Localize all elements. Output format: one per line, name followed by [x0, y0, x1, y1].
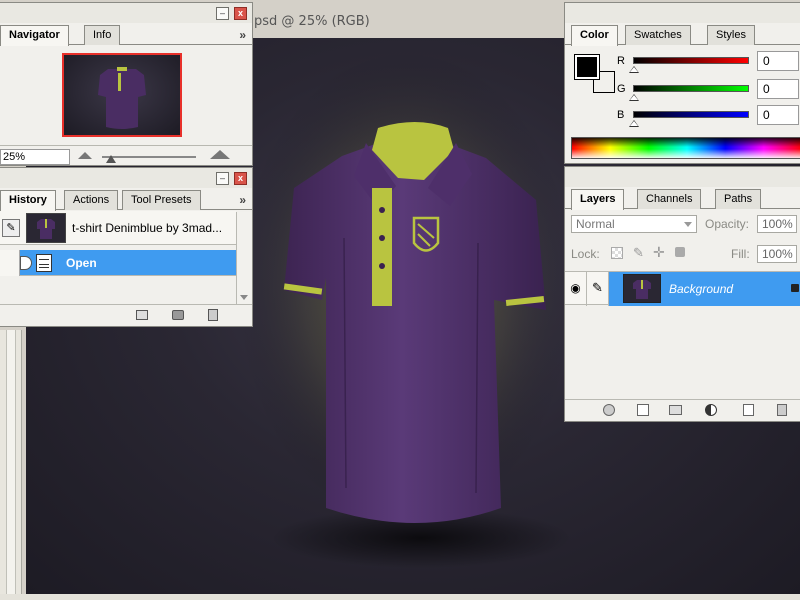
blend-mode-value: Normal — [576, 217, 615, 231]
zoom-in-icon[interactable] — [210, 150, 230, 159]
thumb-shirt-icon — [37, 219, 55, 239]
fill-field[interactable]: 100% — [757, 245, 797, 263]
blue-slider-handle[interactable] — [629, 120, 639, 127]
tab-actions[interactable]: Actions — [64, 190, 119, 210]
opacity-label: Opacity: — [705, 217, 750, 231]
navigator-preview[interactable] — [62, 53, 182, 137]
palette-titlebar[interactable] — [565, 167, 800, 187]
zoom-out-icon[interactable] — [78, 152, 92, 159]
navigator-tabs: Navigator Info — [0, 25, 252, 46]
layer-shirt-icon — [633, 280, 651, 299]
tab-info[interactable]: Info — [84, 25, 121, 45]
document-scrollbar[interactable] — [0, 330, 22, 600]
opacity-field[interactable]: 100% — [757, 215, 797, 233]
snapshot-thumbnail — [26, 213, 66, 243]
preview-shirt-icon — [98, 67, 146, 129]
red-slider-handle[interactable] — [629, 66, 639, 73]
history-state-open[interactable]: Open — [0, 250, 236, 276]
new-adjustment-layer-icon[interactable] — [705, 404, 717, 416]
history-palette: – x History Actions Tool Presets » ✎ t-s… — [0, 167, 253, 327]
navigator-palette: – x Navigator Info » 25% — [0, 2, 253, 166]
layers-tabs: Layers Channels Paths — [565, 189, 800, 210]
layer-row-background[interactable]: ◉ ✎ Background — [565, 271, 800, 306]
palette-titlebar[interactable] — [0, 168, 252, 188]
tab-layers[interactable]: Layers — [571, 189, 625, 210]
chevron-down-icon — [684, 222, 692, 227]
lock-move-icon[interactable]: ✛ — [653, 244, 665, 261]
layers-palette: Layers Channels Paths Normal Opacity: 10… — [564, 166, 800, 422]
tab-history[interactable]: History — [0, 190, 56, 211]
tab-navigator[interactable]: Navigator — [0, 25, 69, 46]
layer-name: Background — [669, 282, 734, 296]
lock-icon — [791, 284, 799, 292]
tab-styles[interactable]: Styles — [707, 25, 755, 45]
state-label: Open — [66, 256, 97, 270]
eye-icon[interactable]: ◉ — [565, 272, 587, 306]
tab-channels[interactable]: Channels — [637, 189, 702, 209]
color-palette: Color Swatches Styles R 0 G 0 B 0 — [564, 2, 800, 164]
history-footer — [0, 304, 252, 326]
red-value-field[interactable]: 0 — [757, 51, 799, 71]
blue-slider[interactable] — [633, 111, 749, 118]
layer-thumbnail — [623, 274, 661, 303]
lock-all-icon[interactable] — [675, 247, 685, 257]
color-tabs: Color Swatches Styles — [565, 25, 800, 46]
tab-paths[interactable]: Paths — [715, 189, 762, 209]
red-slider[interactable] — [633, 57, 749, 64]
color-spectrum-bar[interactable] — [571, 137, 800, 159]
zoom-slider-track[interactable] — [102, 156, 196, 158]
new-layer-icon[interactable] — [743, 404, 754, 416]
minimize-button[interactable]: – — [216, 172, 229, 185]
green-slider[interactable] — [633, 85, 749, 92]
new-document-from-state-icon[interactable] — [136, 310, 148, 320]
open-document-icon — [36, 254, 52, 272]
link-layers-icon[interactable] — [603, 404, 615, 416]
snapshot-name: t-shirt Denimblue by 3mad... — [72, 221, 223, 235]
lock-brush-icon[interactable]: ✎ — [633, 245, 644, 261]
red-channel-label: R — [617, 55, 625, 67]
status-bar — [0, 594, 800, 600]
blue-channel-label: B — [617, 109, 625, 121]
tab-tool-presets[interactable]: Tool Presets — [122, 190, 201, 210]
blue-value-field[interactable]: 0 — [757, 105, 799, 125]
document-title: psd @ 25% (RGB) — [254, 14, 370, 29]
close-button[interactable]: x — [234, 172, 247, 185]
state-marker-icon — [20, 256, 32, 270]
zoom-field[interactable]: 25% — [0, 149, 70, 165]
fill-label: Fill: — [731, 247, 750, 261]
palette-titlebar[interactable] — [0, 3, 252, 23]
brush-link-icon[interactable]: ✎ — [587, 272, 609, 306]
trash-icon[interactable] — [208, 309, 218, 321]
camera-snapshot-icon[interactable] — [172, 310, 184, 320]
history-brush-icon[interactable]: ✎ — [2, 219, 20, 237]
palette-menu-icon[interactable]: » — [239, 193, 246, 207]
green-channel-label: G — [617, 83, 626, 95]
scroll-down-icon[interactable] — [240, 295, 248, 300]
close-button[interactable]: x — [234, 7, 247, 20]
layer-selected-area[interactable]: Background — [609, 272, 800, 306]
history-tabs: History Actions Tool Presets — [0, 190, 252, 211]
state-checkbox[interactable] — [0, 250, 20, 276]
tab-color[interactable]: Color — [571, 25, 618, 46]
palette-menu-icon[interactable]: » — [239, 28, 246, 42]
history-snapshot[interactable]: ✎ t-shirt Denimblue by 3mad... — [0, 211, 236, 245]
lock-transparency-icon[interactable] — [611, 247, 623, 259]
zoom-slider-handle[interactable] — [106, 155, 116, 163]
minimize-button[interactable]: – — [216, 7, 229, 20]
lock-label: Lock: — [571, 247, 600, 261]
green-slider-handle[interactable] — [629, 94, 639, 101]
layers-footer — [565, 399, 800, 421]
tab-swatches[interactable]: Swatches — [625, 25, 691, 45]
palette-titlebar[interactable] — [565, 3, 800, 23]
green-value-field[interactable]: 0 — [757, 79, 799, 99]
delete-layer-icon[interactable] — [777, 404, 787, 416]
history-scrollbar[interactable] — [236, 212, 252, 304]
add-layer-style-icon[interactable] — [637, 404, 649, 416]
blend-mode-select[interactable]: Normal — [571, 215, 697, 233]
foreground-color-swatch[interactable] — [574, 54, 600, 80]
add-mask-icon[interactable] — [669, 405, 682, 415]
